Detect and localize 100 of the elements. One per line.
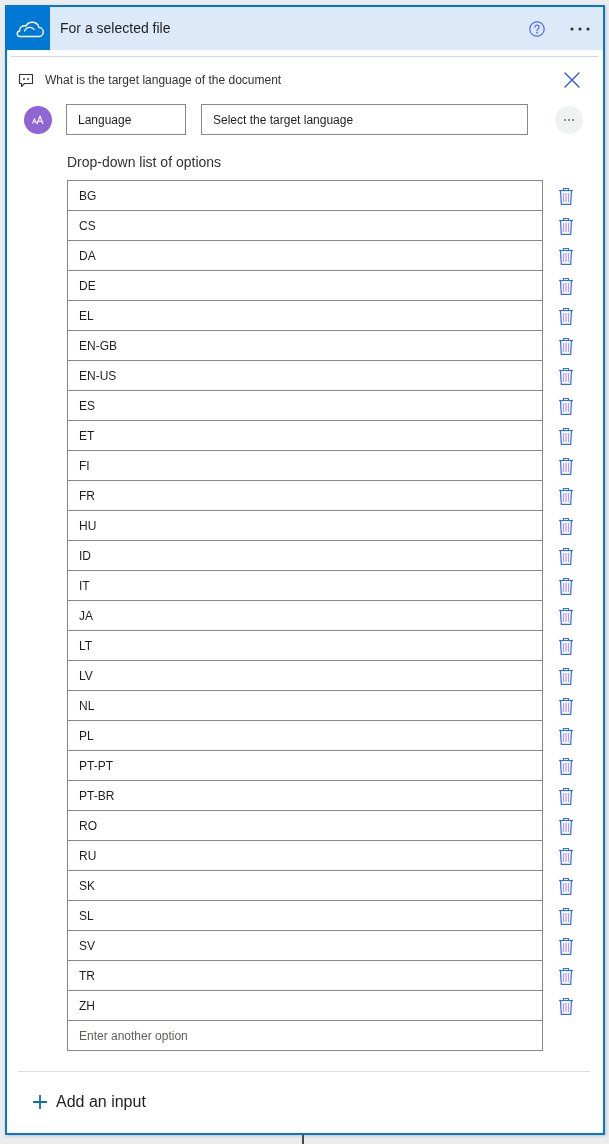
trash-icon [558, 696, 574, 715]
delete-button[interactable] [558, 966, 574, 985]
trash-icon [558, 816, 574, 835]
trash-icon [558, 456, 574, 475]
delete-button[interactable] [558, 516, 574, 535]
delete-button[interactable] [558, 936, 574, 955]
option-field[interactable]: TR [67, 960, 543, 991]
delete-button[interactable] [558, 396, 574, 415]
delete-button[interactable] [558, 276, 574, 295]
trash-icon [558, 606, 574, 625]
help-icon [529, 20, 545, 37]
option-field[interactable]: CS [67, 210, 543, 241]
trash-icon [558, 216, 574, 235]
option-field[interactable]: EN-GB [67, 330, 543, 361]
option-field[interactable]: FI [67, 450, 543, 481]
delete-button[interactable] [558, 486, 574, 505]
option-field[interactable]: LT [67, 630, 543, 661]
option-field[interactable]: RO [67, 810, 543, 841]
option-field[interactable]: BG [67, 180, 543, 211]
option-field[interactable]: ES [67, 390, 543, 421]
option-field[interactable]: ID [67, 540, 543, 571]
trash-icon [558, 366, 574, 385]
delete-button[interactable] [558, 876, 574, 895]
delete-button[interactable] [558, 666, 574, 685]
more-button[interactable] [570, 26, 590, 31]
delete-button[interactable] [558, 306, 574, 325]
trash-icon [558, 936, 574, 955]
option-field[interactable]: PT-PT [67, 750, 543, 781]
new-option-field[interactable]: Enter another option [67, 1020, 543, 1051]
question-text: What is the target language of the document [45, 72, 283, 89]
trash-icon [558, 846, 574, 865]
trash-icon [558, 666, 574, 685]
options-label: Drop-down list of options [67, 153, 223, 172]
option-field[interactable]: PT-BR [67, 780, 543, 811]
delete-button[interactable] [558, 576, 574, 595]
option-field[interactable]: EL [67, 300, 543, 331]
option-field[interactable]: IT [67, 570, 543, 601]
plus-icon [33, 1095, 47, 1109]
delete-button[interactable] [558, 906, 574, 925]
trash-icon [558, 576, 574, 595]
trash-icon [558, 186, 574, 205]
option-field[interactable]: JA [67, 600, 543, 631]
trash-icon [558, 546, 574, 565]
delete-button[interactable] [558, 246, 574, 265]
delete-button[interactable] [558, 636, 574, 655]
trash-icon [558, 786, 574, 805]
help-button[interactable] [529, 20, 545, 37]
trash-icon [558, 996, 574, 1015]
close-icon [564, 72, 580, 88]
trash-icon [558, 396, 574, 415]
option-field[interactable]: SK [67, 870, 543, 901]
add-input-button[interactable]: Add an input [33, 1090, 146, 1114]
delete-button[interactable] [558, 606, 574, 625]
option-field[interactable]: ZH [67, 990, 543, 1021]
trash-icon [558, 966, 574, 985]
comment-icon [18, 72, 34, 88]
delete-button[interactable] [558, 366, 574, 385]
delete-button[interactable] [558, 186, 574, 205]
trash-icon [558, 246, 574, 265]
trash-icon [558, 756, 574, 775]
trash-icon [558, 876, 574, 895]
delete-button[interactable] [558, 456, 574, 475]
trash-icon [558, 726, 574, 745]
delete-button[interactable] [558, 756, 574, 775]
delete-button[interactable] [558, 546, 574, 565]
delete-button[interactable] [558, 426, 574, 445]
delete-button[interactable] [558, 996, 574, 1015]
trash-icon [558, 516, 574, 535]
input-description-field[interactable]: Select the target language [201, 104, 528, 135]
option-field[interactable]: HU [67, 510, 543, 541]
option-field[interactable]: NL [67, 690, 543, 721]
delete-button[interactable] [558, 696, 574, 715]
option-field[interactable]: SV [67, 930, 543, 961]
close-button[interactable] [564, 72, 580, 88]
text-size-icon [24, 105, 52, 134]
option-field[interactable]: DA [67, 240, 543, 271]
more-icon [555, 105, 583, 134]
delete-button[interactable] [558, 726, 574, 745]
option-field[interactable]: DE [67, 270, 543, 301]
trash-icon [558, 426, 574, 445]
option-field[interactable]: PL [67, 720, 543, 751]
delete-button[interactable] [558, 216, 574, 235]
option-field[interactable]: SL [67, 900, 543, 931]
trash-icon [558, 486, 574, 505]
trash-icon [558, 636, 574, 655]
option-field[interactable]: RU [67, 840, 543, 871]
trash-icon [558, 306, 574, 325]
option-field[interactable]: FR [67, 480, 543, 511]
delete-button[interactable] [558, 786, 574, 805]
option-field[interactable]: LV [67, 660, 543, 691]
delete-button[interactable] [558, 846, 574, 865]
more-icon [570, 26, 590, 31]
option-field[interactable]: EN-US [67, 360, 543, 391]
trash-icon [558, 906, 574, 925]
trash-icon [558, 276, 574, 295]
card-title: For a selected file [60, 19, 172, 38]
option-field[interactable]: ET [67, 420, 543, 451]
input-name-field[interactable]: Language [66, 104, 186, 135]
delete-button[interactable] [558, 336, 574, 355]
delete-button[interactable] [558, 816, 574, 835]
